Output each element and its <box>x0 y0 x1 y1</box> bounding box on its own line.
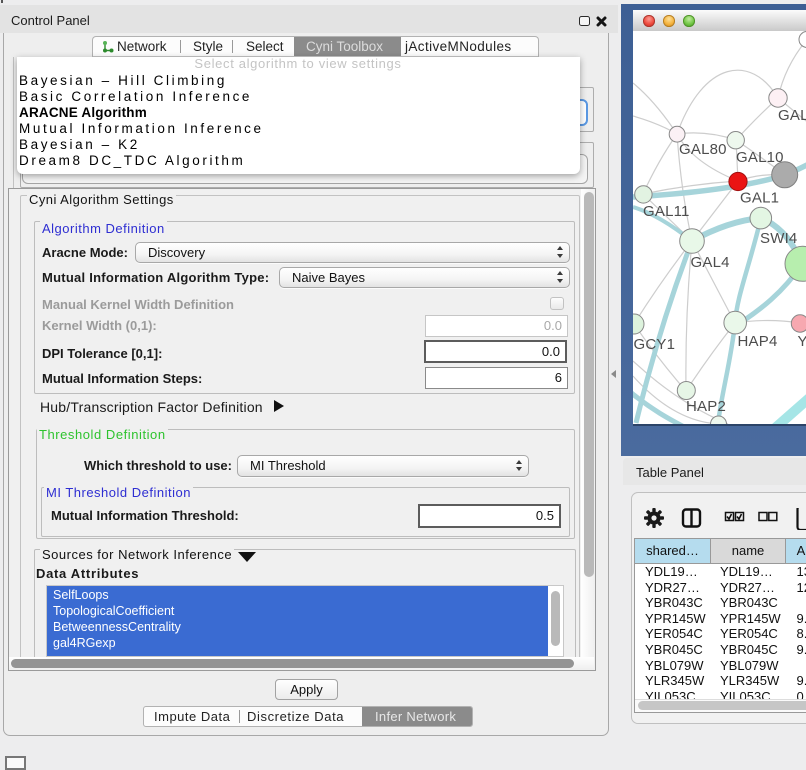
svg-text:HAP4: HAP4 <box>738 333 778 350</box>
svg-text:HAP2: HAP2 <box>686 398 726 415</box>
svg-text:GAL11: GAL11 <box>643 203 690 220</box>
svg-text:GCY1: GCY1 <box>634 336 676 353</box>
svg-text:Y: Y <box>798 333 806 350</box>
svg-text:SWI4: SWI4 <box>760 230 797 247</box>
svg-text:GAL10: GAL10 <box>736 149 784 166</box>
svg-text:GAL1: GAL1 <box>740 190 779 207</box>
svg-text:GAL4: GAL4 <box>691 254 730 271</box>
svg-text:GAL2: GAL2 <box>778 107 806 124</box>
svg-text:GAL80: GAL80 <box>679 141 727 158</box>
